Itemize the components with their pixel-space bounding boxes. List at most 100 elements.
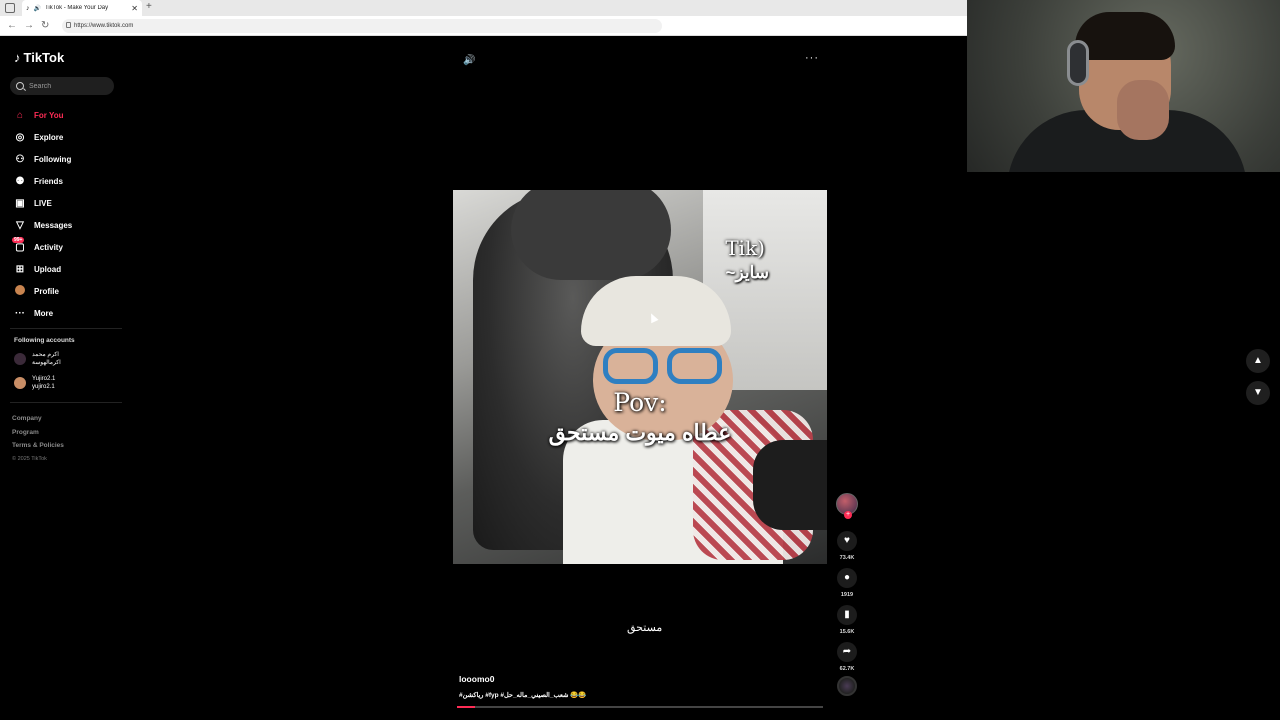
nav-label: Messages [34, 220, 73, 230]
url-field[interactable]: https://www.tiktok.com [62, 19, 662, 33]
compass-icon: ◎ [15, 131, 25, 143]
nav-label: More [34, 308, 54, 318]
bookmark-icon: ▮ [844, 609, 850, 620]
action-bar: + ♥ 73.4K ● 1919 ▮ 15.6K ➦ 62.7K [835, 493, 859, 696]
browser-tab[interactable]: ♪ 🔊 TikTok - Make Your Day ✕ [22, 0, 142, 16]
heart-icon: ♥ [844, 535, 850, 546]
webcam-person-hand [1117, 80, 1169, 140]
comment-icon: ● [843, 572, 851, 583]
nav-live[interactable]: ▣ LIVE [14, 192, 72, 214]
profile-icon [14, 284, 26, 298]
search-bar[interactable] [10, 77, 114, 95]
video-overlay-text: Pov: [613, 388, 667, 417]
video-author[interactable]: looomo0 [459, 674, 494, 684]
upload-icon: ⊞ [15, 263, 25, 275]
nav-label: LIVE [34, 198, 52, 208]
logo-text: TikTok [23, 50, 65, 65]
back-arrow-icon[interactable]: ← [7, 20, 17, 31]
messages-icon: ▽ [16, 219, 24, 231]
nav-label: Following [34, 154, 72, 164]
share-count: 62.7K [839, 666, 855, 672]
video-scene-steering [753, 440, 827, 530]
sidebar-footer: Company Program Terms & Policies © 2025 … [12, 412, 64, 466]
nav-messages[interactable]: ▽ Messages [14, 214, 72, 236]
activity-icon: ▢ 99+ [12, 236, 25, 253]
like-count: 73.4K [839, 555, 855, 561]
next-video-button[interactable]: ▼ [1246, 381, 1270, 405]
speaker-icon[interactable]: 🔊 [34, 5, 41, 12]
tiktok-logo[interactable]: ♪ TikTok [14, 50, 64, 65]
video-description[interactable]: #رياكشن #fyp #شعب_الصيني_ماله_حل 😂😂 [459, 691, 586, 699]
nav-label: Explore [34, 132, 64, 142]
home-icon: ⌂ [16, 109, 24, 121]
account-name: Yujiro2.1 [32, 376, 56, 382]
search-icon [16, 82, 24, 90]
music-disc-icon[interactable] [837, 676, 857, 696]
video-progress-fill [457, 706, 476, 708]
activity-badge: 99+ [12, 236, 25, 243]
nav-for-you[interactable]: ⌂ For You [14, 104, 72, 126]
nav-activity[interactable]: ▢ 99+ Activity [12, 236, 72, 258]
share-icon: ➦ [842, 646, 852, 657]
tiktok-favicon-icon: ♪ [26, 4, 30, 12]
nav-friends[interactable]: ⚉ Friends [14, 170, 72, 192]
video-scene-headrest [511, 190, 671, 280]
browser-tab-bar: ♪ 🔊 TikTok - Make Your Day ✕ + [0, 0, 967, 16]
follow-plus-icon[interactable]: + [844, 511, 852, 519]
divider [10, 402, 122, 403]
nav-label: Friends [34, 176, 63, 186]
like-button[interactable]: ♥ [837, 531, 857, 551]
avatar [14, 377, 26, 389]
friends-icon: ⚉ [15, 175, 25, 187]
following-icon: ⚇ [15, 153, 25, 165]
chevron-up-icon: ▲ [1253, 355, 1263, 366]
video-overlay-text: ~سايز [725, 263, 769, 282]
nav-explore[interactable]: ◎ Explore [14, 126, 72, 148]
reload-icon[interactable]: ↻ [41, 20, 49, 31]
footer-link-program[interactable]: Program [12, 426, 64, 440]
copyright: © 2025 TikTok [12, 455, 47, 462]
video-subtitle: مستحق [627, 622, 663, 634]
following-account[interactable]: Yujiro2.1 yujiro2.1 [14, 375, 55, 391]
nav-more[interactable]: ··· More [14, 302, 72, 324]
author-avatar[interactable]: + [836, 493, 858, 519]
video-scene-glasses [603, 348, 733, 388]
following-accounts-title: Following accounts [14, 337, 75, 344]
tab-close-icon[interactable]: ✕ [131, 4, 138, 13]
new-tab-button[interactable]: + [146, 1, 152, 12]
previous-video-button[interactable]: ▲ [1246, 349, 1270, 373]
comment-button[interactable]: ● [837, 568, 857, 588]
live-icon: ▣ [15, 197, 25, 209]
search-input[interactable] [29, 82, 109, 90]
more-options-icon[interactable]: ··· [805, 52, 819, 64]
video-progress-bar[interactable] [457, 706, 823, 708]
following-account[interactable]: اكرم محمد اكرمالهوسة [14, 351, 61, 367]
footer-link-company[interactable]: Company [12, 412, 64, 426]
tab-actions-icon[interactable] [5, 3, 15, 13]
forward-arrow-icon[interactable]: → [24, 20, 34, 31]
nav-label: For You [34, 110, 64, 120]
tab-title: TikTok - Make Your Day [44, 5, 109, 11]
footer-link-terms[interactable]: Terms & Policies [12, 439, 64, 453]
volume-icon[interactable]: 🔊 [463, 55, 475, 66]
video-player[interactable]: Tik) ~سايز Pov: عطاه ميوت مستحق [453, 190, 827, 564]
share-button[interactable]: ➦ [837, 642, 857, 662]
nav-label: Profile [34, 286, 59, 296]
account-handle: yujiro2.1 [32, 384, 55, 390]
chevron-down-icon: ▼ [1253, 387, 1263, 398]
nav-profile[interactable]: Profile [14, 280, 72, 302]
lock-icon[interactable] [66, 22, 71, 28]
webcam-person-hair [1075, 12, 1175, 60]
account-name: اكرم محمد [32, 352, 59, 358]
account-handle: اكرمالهوسة [32, 360, 61, 366]
nav-upload[interactable]: ⊞ Upload [14, 258, 72, 280]
address-bar: ← → ↻ https://www.tiktok.com [0, 16, 967, 36]
webcam-overlay [967, 0, 1280, 172]
nav-following[interactable]: ⚇ Following [14, 148, 72, 170]
video-scene-cap [581, 276, 731, 346]
nav-label: Upload [34, 264, 62, 274]
comment-count: 1919 [840, 592, 854, 598]
save-button[interactable]: ▮ [837, 605, 857, 625]
screen: ♪ 🔊 TikTok - Make Your Day ✕ + ← → ↻ htt… [0, 0, 1280, 720]
video-overlay-text: عطاه ميوت مستحق [548, 420, 732, 445]
